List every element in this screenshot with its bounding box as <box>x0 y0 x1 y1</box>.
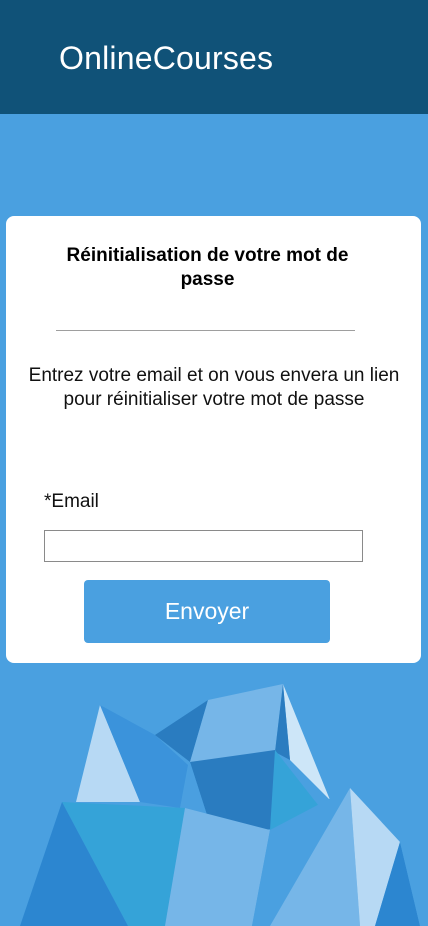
low-poly-iceberg-illustration <box>0 684 428 926</box>
email-field[interactable] <box>44 530 363 562</box>
email-label: *Email <box>44 491 99 512</box>
instructions-text: Entrez votre email et on vous envera un … <box>28 365 400 410</box>
page-title: Réinitialisation de votre mot de passe <box>66 245 349 290</box>
app-brand-title: OnlineCourses <box>59 40 274 76</box>
title-divider <box>56 330 355 331</box>
iceberg-shard <box>190 684 283 762</box>
send-button[interactable]: Envoyer <box>84 580 330 643</box>
app-header: OnlineCourses <box>0 0 428 114</box>
